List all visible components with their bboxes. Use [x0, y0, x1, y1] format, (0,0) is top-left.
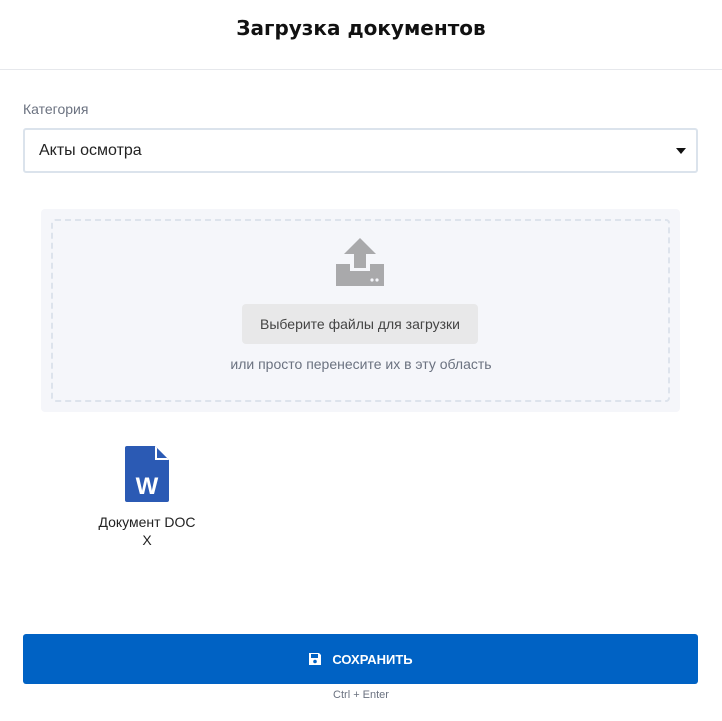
category-select[interactable]: Акты осмотра	[23, 128, 698, 173]
file-item[interactable]: W Документ DOCX	[92, 446, 202, 549]
caret-down-icon	[676, 148, 686, 154]
floppy-disk-icon	[309, 653, 322, 665]
header: Загрузка документов	[0, 0, 722, 70]
word-file-icon: W	[125, 446, 169, 502]
svg-text:W: W	[136, 473, 159, 500]
upload-icon	[336, 238, 384, 286]
category-value: Акты осмотра	[39, 141, 142, 159]
save-button[interactable]: СОХРАНИТЬ	[23, 634, 698, 684]
choose-files-button[interactable]: Выберите файлы для загрузки	[242, 304, 478, 344]
category-label: Категория	[23, 101, 89, 117]
save-shortcut-hint: Ctrl + Enter	[333, 689, 389, 701]
save-label: СОХРАНИТЬ	[332, 651, 413, 667]
drop-hint: или просто перенесите их в эту область	[230, 356, 492, 372]
file-name: Документ DOCX	[98, 514, 196, 548]
page-title: Загрузка документов	[236, 15, 486, 40]
